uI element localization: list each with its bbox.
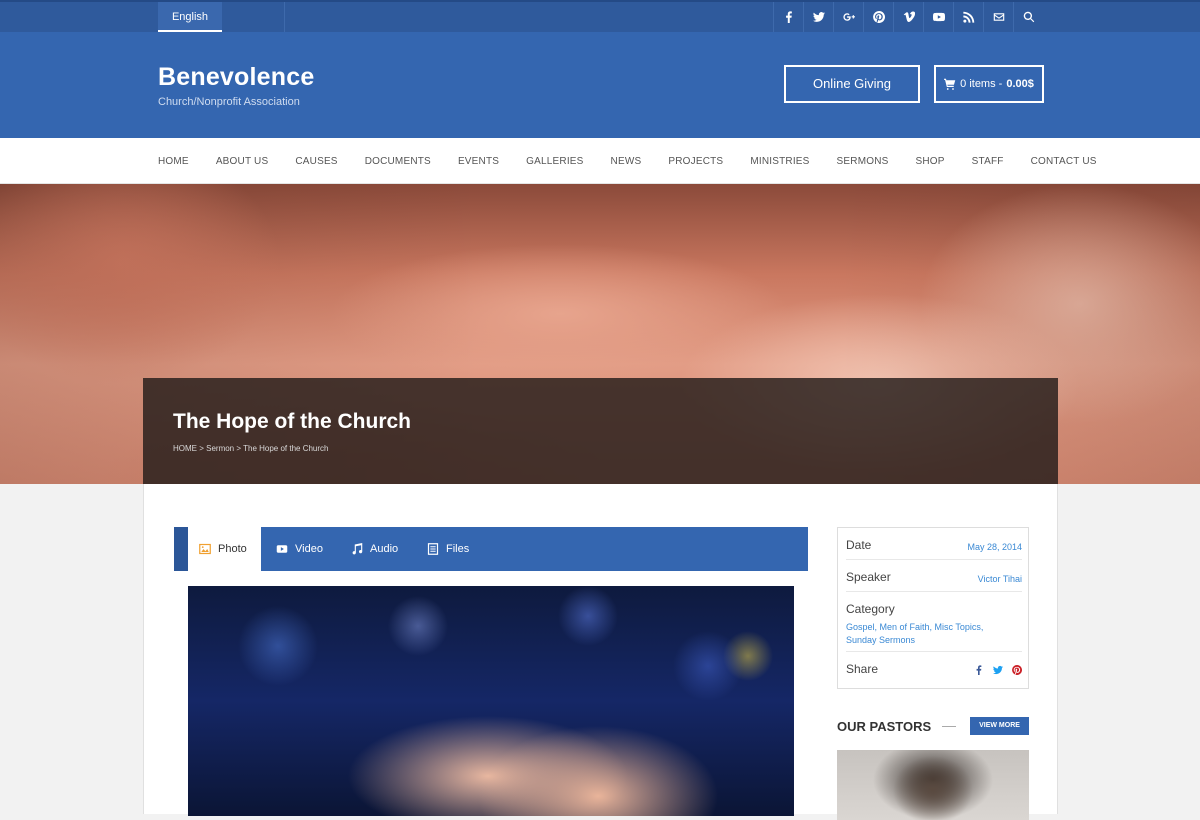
tab-video-label: Video [295, 543, 323, 555]
tabs-accent [174, 527, 188, 571]
pinterest-icon[interactable] [1012, 665, 1022, 675]
top-bar-divider [284, 2, 285, 32]
tab-files[interactable]: Files [427, 527, 469, 571]
tab-video[interactable]: Video [276, 527, 323, 571]
nav-item-projects[interactable]: PROJECTS [668, 156, 723, 167]
twitter-icon[interactable] [803, 2, 833, 32]
detail-speaker-row: Speaker Victor Tihai [846, 560, 1022, 592]
tab-audio-label: Audio [370, 543, 399, 555]
nav-item-staff[interactable]: STAFF [972, 156, 1004, 167]
vimeo-icon[interactable] [893, 2, 923, 32]
tab-audio[interactable]: Audio [351, 527, 398, 571]
youtube-icon[interactable] [923, 2, 953, 32]
media-tabs: Photo Video Audio Files [174, 527, 808, 571]
nav-item-contact-us[interactable]: CONTACT US [1031, 156, 1097, 167]
cart-total: 0.00$ [1006, 78, 1034, 90]
site-tagline: Church/Nonprofit Association [158, 96, 300, 108]
top-bar: English [0, 0, 1200, 32]
sermon-details: Date May 28, 2014 Speaker Victor Tihai C… [837, 527, 1029, 689]
page-title: The Hope of the Church [173, 410, 411, 433]
detail-date-label: Date [846, 538, 872, 552]
content-card: Photo Video Audio Files Date May 28, 201… [143, 484, 1058, 820]
detail-date-value[interactable]: May 28, 2014 [967, 542, 1022, 552]
search-icon[interactable] [1013, 2, 1043, 32]
nav-item-about-us[interactable]: ABOUT US [216, 156, 269, 167]
nav-item-home[interactable]: HOME [158, 156, 189, 167]
nav-item-news[interactable]: NEWS [611, 156, 642, 167]
detail-share-label: Share [846, 662, 879, 676]
rss-icon[interactable] [953, 2, 983, 32]
share-icons [974, 665, 1022, 675]
detail-category-value[interactable]: Gospel, Men of Faith, Misc Topics, Sunda… [846, 621, 1016, 647]
cart-button[interactable]: 0 items - 0.00$ [934, 65, 1044, 103]
photo-icon [199, 543, 211, 555]
detail-speaker-label: Speaker [846, 570, 891, 584]
tab-files-label: Files [446, 543, 470, 555]
tab-photo[interactable]: Photo [188, 527, 261, 571]
detail-category-row: Category Gospel, Men of Faith, Misc Topi… [846, 592, 1022, 652]
online-giving-button[interactable]: Online Giving [784, 65, 920, 103]
nav-item-events[interactable]: EVENTS [458, 156, 499, 167]
nav-item-sermons[interactable]: SERMONS [837, 156, 889, 167]
site-header: Benevolence Church/Nonprofit Association… [0, 32, 1200, 138]
tab-photo-label: Photo [218, 543, 247, 555]
pinterest-icon[interactable] [863, 2, 893, 32]
view-more-button[interactable]: VIEW MORE [970, 717, 1029, 735]
nav-item-shop[interactable]: SHOP [916, 156, 945, 167]
google-plus-icon[interactable] [833, 2, 863, 32]
facebook-icon[interactable] [974, 665, 984, 675]
site-title[interactable]: Benevolence [158, 63, 314, 92]
cart-count: 0 items - [960, 78, 1003, 90]
detail-speaker-value[interactable]: Victor Tihai [978, 574, 1022, 584]
pastors-heading: OUR PASTORS [837, 719, 932, 734]
page-title-box: The Hope of the Church HOME > Sermon > T… [143, 378, 1058, 484]
twitter-icon[interactable] [993, 665, 1003, 675]
nav-item-galleries[interactable]: GALLERIES [526, 156, 583, 167]
music-note-icon [352, 543, 363, 555]
file-icon [427, 543, 439, 555]
nav-item-ministries[interactable]: MINISTRIES [750, 156, 809, 167]
nav-item-documents[interactable]: DOCUMENTS [365, 156, 431, 167]
cart-icon [944, 78, 956, 90]
video-icon [276, 545, 288, 553]
pastors-divider [942, 726, 956, 727]
pastor-photo[interactable] [837, 750, 1029, 820]
detail-category-label: Category [846, 602, 895, 616]
hero-banner-image: The Hope of the Church HOME > Sermon > T… [0, 184, 1200, 484]
mail-icon[interactable] [983, 2, 1013, 32]
social-links [773, 2, 1043, 32]
sermon-photo[interactable] [188, 586, 794, 816]
facebook-icon[interactable] [773, 2, 803, 32]
breadcrumb[interactable]: HOME > Sermon > The Hope of the Church [173, 444, 328, 453]
nav-item-causes[interactable]: CAUSES [295, 156, 337, 167]
detail-date-row: Date May 28, 2014 [846, 528, 1022, 560]
language-selector[interactable]: English [158, 2, 222, 32]
detail-share-row: Share [846, 652, 1022, 688]
main-navigation: HOME ABOUT US CAUSES DOCUMENTS EVENTS GA… [0, 138, 1200, 184]
